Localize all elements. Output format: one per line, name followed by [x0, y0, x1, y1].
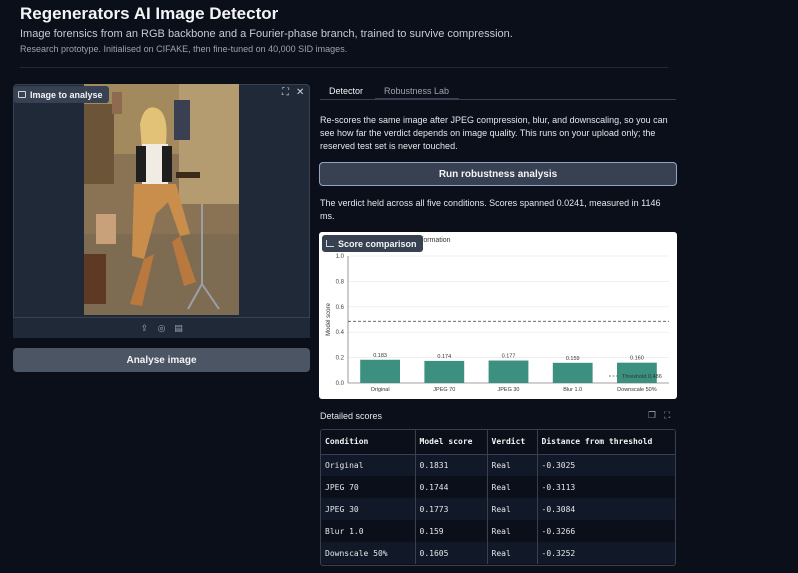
y-axis-label: Model score	[326, 303, 332, 336]
y-tick-label: 0.0	[336, 381, 345, 387]
uploaded-photo	[84, 84, 239, 315]
header-distance[interactable]: Distance from threshold	[537, 430, 675, 455]
header-divider	[20, 67, 668, 68]
verdict-summary: The verdict held across all five conditi…	[320, 198, 661, 221]
table-cell: -0.3266	[537, 520, 675, 542]
chart-container: 0.0 0.2 0.4 0.6 0.8 1.0 Model score 0.183 Origin…	[319, 232, 677, 399]
x-tick-label: Original	[371, 387, 390, 393]
chart-bar	[552, 362, 593, 383]
table-cell: 0.1744	[415, 476, 488, 498]
bar-value-label: 0.159	[566, 356, 580, 362]
table-cell: 0.159	[415, 520, 488, 542]
tab-bar-line	[320, 99, 676, 100]
x-tick-label: JPEG 30	[497, 387, 519, 393]
chart-label-text: Score comparison	[338, 238, 417, 249]
table-cell: 0.1773	[415, 498, 488, 520]
tab-active-underline	[375, 98, 459, 100]
legend-threshold-label: Threshold 0.486	[622, 374, 662, 380]
x-tick-label: JPEG 70	[433, 387, 455, 393]
research-note: Research prototype. Initialised on CIFAK…	[20, 44, 348, 54]
app-subtitle: Image forensics from an RGB backbone and…	[20, 28, 513, 40]
copy-icon[interactable]: ❐	[648, 411, 657, 420]
table-row: JPEG 70 0.1744 Real -0.3113	[321, 476, 675, 498]
upload-icon[interactable]: ⇪	[140, 323, 149, 333]
bar-value-label: 0.183	[373, 353, 387, 359]
tab-detector[interactable]: Detector	[329, 86, 363, 96]
table-cell: Real	[487, 454, 538, 476]
table-cell: Original	[321, 454, 416, 476]
y-tick-label: 0.6	[336, 305, 345, 311]
table-cell: -0.3025	[537, 454, 675, 476]
webcam-icon[interactable]: ◎	[157, 323, 166, 333]
robustness-description: Re-scores the same image after JPEG comp…	[320, 115, 668, 151]
header-verdict[interactable]: Verdict	[487, 430, 538, 455]
chart-icon	[326, 240, 334, 247]
bar-value-label: 0.160	[630, 356, 644, 362]
table-row: Downscale 50% 0.1605 Real -0.3252	[321, 542, 675, 564]
fullscreen-icon[interactable]: ⛶	[282, 88, 292, 98]
table-cell: Real	[487, 498, 538, 520]
image-input-label-text: Image to analyse	[30, 89, 103, 100]
expand-icon[interactable]: ⛶	[664, 411, 673, 420]
header-model-score[interactable]: Model score	[415, 430, 488, 455]
table-row: Original 0.1831 Real -0.3025	[321, 454, 675, 476]
close-icon[interactable]: ✕	[296, 88, 306, 98]
chart-label: Score comparison	[322, 235, 423, 252]
tab-robustness-lab[interactable]: Robustness Lab	[384, 86, 449, 96]
image-icon	[18, 91, 26, 98]
table-cell: Real	[487, 542, 538, 564]
bar-value-label: 0.177	[502, 354, 516, 360]
table-cell: 0.1831	[415, 454, 488, 476]
y-tick-label: 0.4	[336, 330, 345, 336]
analyse-image-button[interactable]: Analyse image	[13, 348, 310, 372]
scores-table: Condition Model score Verdict Distance f…	[321, 430, 675, 564]
app-title: Regenerators AI Image Detector	[20, 4, 279, 23]
y-tick-label: 0.8	[336, 279, 345, 285]
table-cell: Real	[487, 520, 538, 542]
table-cell: Blur 1.0	[321, 520, 416, 542]
header-condition[interactable]: Condition	[321, 430, 416, 455]
score-chart: 0.0 0.2 0.4 0.6 0.8 1.0 Model score 0.183 Origin…	[326, 254, 669, 393]
table-cell: 0.1605	[415, 542, 488, 564]
table-header-row: Condition Model score Verdict Distance f…	[321, 430, 675, 455]
table-cell: -0.3252	[537, 542, 675, 564]
bar-value-label: 0.174	[437, 354, 451, 360]
clipboard-icon[interactable]: ▤	[174, 323, 183, 333]
table-cell: JPEG 30	[321, 498, 416, 520]
image-source-toolbar: ⇪ ◎ ▤	[13, 317, 310, 338]
chart-bar	[424, 360, 465, 383]
table-row: JPEG 30 0.1773 Real -0.3084	[321, 498, 675, 520]
table-cell: Real	[487, 476, 538, 498]
table-cell: Downscale 50%	[321, 542, 416, 564]
table-row: Blur 1.0 0.159 Real -0.3266	[321, 520, 675, 542]
table-cell: -0.3113	[537, 476, 675, 498]
detailed-scores-label: Detailed scores	[320, 411, 383, 421]
table-cell: -0.3084	[537, 498, 675, 520]
run-robustness-button[interactable]: Run robustness analysis	[319, 162, 677, 186]
chart-bar	[488, 360, 529, 383]
table-cell: JPEG 70	[321, 476, 416, 498]
image-input-label: Image to analyse	[14, 86, 109, 103]
x-tick-label: Blur 1.0	[563, 387, 582, 393]
chart-bar	[360, 359, 401, 383]
x-tick-label: Downscale 50%	[617, 387, 657, 393]
scores-table-wrapper: Condition Model score Verdict Distance f…	[320, 429, 676, 566]
y-tick-label: 0.2	[336, 356, 345, 362]
y-tick-label: 1.0	[336, 254, 345, 260]
